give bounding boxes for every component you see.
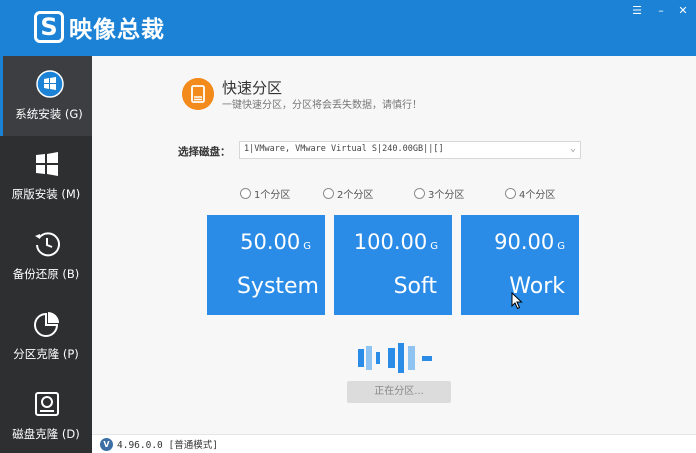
radio-label: 2个分区 (337, 190, 374, 201)
partition-card-soft[interactable]: 100.00 G Soft (334, 215, 452, 315)
sidebar-item-disk-clone[interactable]: 磁盘克隆 (D) (0, 376, 92, 453)
partition-name[interactable]: Soft (334, 274, 437, 299)
sidebar-item-backup-restore[interactable]: 备份还原 (B) (0, 216, 92, 296)
radio-circle-icon (240, 188, 251, 199)
partition-card-system[interactable]: 50.00 G System (207, 215, 325, 315)
radio-circle-icon (323, 188, 334, 199)
menu-icon[interactable]: ☰ (630, 5, 644, 17)
version-text: 4.96.0.0 [普通模式] (117, 440, 218, 451)
status-bar: V 4.96.0.0 [普通模式] (92, 434, 696, 453)
disk-icon (35, 392, 59, 416)
pie-chart-icon (34, 312, 59, 337)
sidebar-item-system-install[interactable]: 系统安装 (G) (0, 56, 92, 136)
radio-3-partitions[interactable]: 3个分区 (414, 186, 464, 201)
loading-bar (358, 349, 364, 367)
sidebar-item-label: 系统安装 (G) (15, 107, 83, 121)
partition-size: 100.00 G (353, 230, 438, 254)
partition-name[interactable]: System (207, 274, 319, 299)
sidebar-item-label: 原版安装 (M) (11, 187, 81, 201)
radio-label: 3个分区 (428, 190, 465, 201)
chevron-down-icon: ⌄ (569, 143, 576, 154)
mouse-cursor-icon (511, 292, 523, 310)
sidebar-item-label: 分区克隆 (P) (13, 347, 79, 361)
partition-unit: G (430, 241, 438, 252)
disk-select-value: 1|VMware, VMware Virtual S|240.00GB||[] (244, 144, 444, 154)
app-logo: S 映像总裁 (34, 10, 165, 44)
minimize-icon[interactable]: – (654, 5, 668, 17)
logo-mark: S (34, 11, 64, 43)
partition-size: 50.00 G (240, 230, 311, 254)
sidebar-item-partition-clone[interactable]: 分区克隆 (P) (0, 296, 92, 376)
partitioning-status-button[interactable]: 正在分区... (347, 381, 451, 403)
loading-bar (422, 356, 432, 361)
radio-circle-icon (414, 188, 425, 199)
radio-label: 4个分区 (519, 190, 556, 201)
loading-bar (388, 348, 395, 368)
loading-bar (376, 352, 380, 364)
main-content: 快速分区 一键快速分区，分区将会丢失数据，请慎行！ 选择磁盘： 1|VMware… (92, 56, 696, 434)
app-title: 映像总裁 (69, 17, 165, 43)
radio-label: 1个分区 (254, 190, 291, 201)
sidebar-item-original-install[interactable]: 原版安装 (M) (0, 136, 92, 216)
radio-circle-icon (505, 188, 516, 199)
page-title: 快速分区 (222, 79, 283, 97)
disk-select[interactable]: 1|VMware, VMware Virtual S|240.00GB||[] … (239, 141, 581, 159)
sidebar-item-label: 磁盘克隆 (D) (12, 427, 80, 441)
windows-logo-icon (36, 70, 64, 98)
partition-unit: G (303, 241, 311, 252)
disk-select-label: 选择磁盘： (178, 146, 231, 158)
clock-restore-icon (35, 232, 60, 257)
version-badge-icon: V (100, 437, 113, 451)
partition-disk-icon (182, 78, 214, 110)
radio-4-partitions[interactable]: 4个分区 (505, 186, 555, 201)
sidebar-item-label: 备份还原 (B) (12, 267, 80, 281)
close-icon[interactable]: ✕ (676, 5, 690, 17)
partition-size: 90.00 G (494, 230, 565, 254)
loading-bar (408, 346, 415, 370)
title-bar: S 映像总裁 ☰ – ✕ (0, 0, 696, 56)
radio-2-partitions[interactable]: 2个分区 (323, 186, 373, 201)
loading-animation (358, 343, 442, 373)
loading-bar (398, 343, 404, 373)
page-subtitle: 一键快速分区，分区将会丢失数据，请慎行！ (222, 100, 422, 111)
windows-tiles-icon (36, 152, 58, 176)
radio-1-partition[interactable]: 1个分区 (240, 186, 290, 201)
partition-unit: G (557, 241, 565, 252)
loading-bar (366, 346, 372, 370)
sidebar: 系统安装 (G) 原版安装 (M) 备份还原 (B) 分区克隆 (P) 磁盘克隆… (0, 56, 92, 453)
